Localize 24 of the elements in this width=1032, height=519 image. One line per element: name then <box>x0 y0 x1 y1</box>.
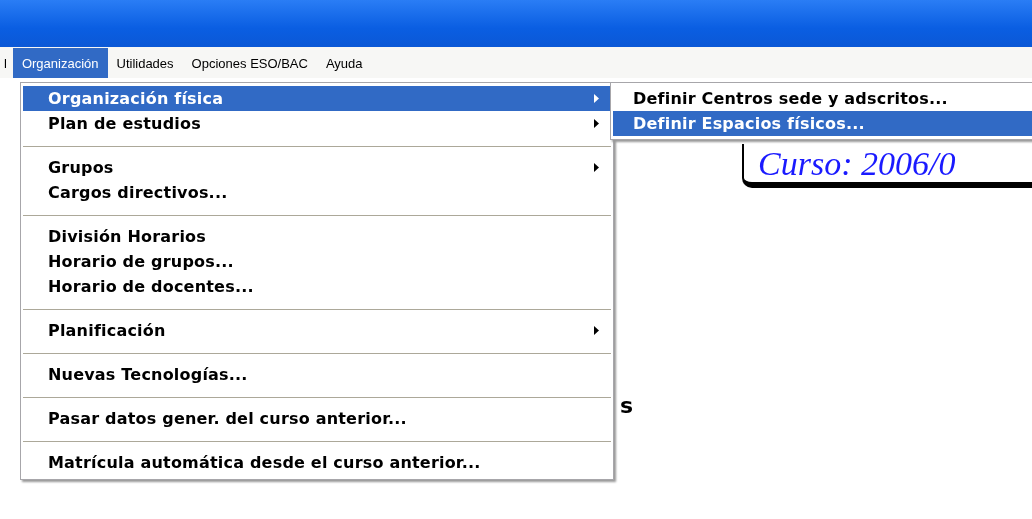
menu-item[interactable]: Pasar datos gener. del curso anterior... <box>23 406 611 431</box>
menu-title[interactable]: Ayuda <box>316 48 372 78</box>
menu-item[interactable]: Nuevas Tecnologías... <box>23 362 611 387</box>
submenu-arrow-icon <box>594 163 599 172</box>
submenu-arrow-icon <box>594 94 599 103</box>
menu-item[interactable]: Cargos directivos... <box>23 180 611 205</box>
menu-item[interactable]: Horario de docentes... <box>23 274 611 299</box>
menu-title[interactable]: Utilidades <box>107 48 183 78</box>
menu-item[interactable]: Planificación <box>23 318 611 343</box>
menu-title[interactable]: Organización <box>12 48 108 78</box>
submenu-arrow-icon <box>594 326 599 335</box>
menu-item[interactable]: División Horarios <box>23 224 611 249</box>
menu-title[interactable]: l <box>0 48 13 78</box>
menu-item[interactable]: Plan de estudios <box>23 111 611 136</box>
menu-item[interactable]: Matrícula automática desde el curso anterior... <box>23 450 611 475</box>
course-title: Curso: 2006/0 <box>758 144 957 184</box>
menu-item[interactable]: Horario de grupos... <box>23 249 611 274</box>
menu-item[interactable]: Definir Centros sede y adscritos... <box>613 86 1032 111</box>
menu-item[interactable]: Organización física <box>23 86 611 111</box>
submenu-arrow-icon <box>594 119 599 128</box>
heading-fragment: s <box>620 393 634 418</box>
menu-item[interactable]: Grupos <box>23 155 611 180</box>
menu-item[interactable]: Definir Espacios físicos... <box>613 111 1032 136</box>
menu-title[interactable]: Opciones ESO/BAC <box>182 48 317 78</box>
